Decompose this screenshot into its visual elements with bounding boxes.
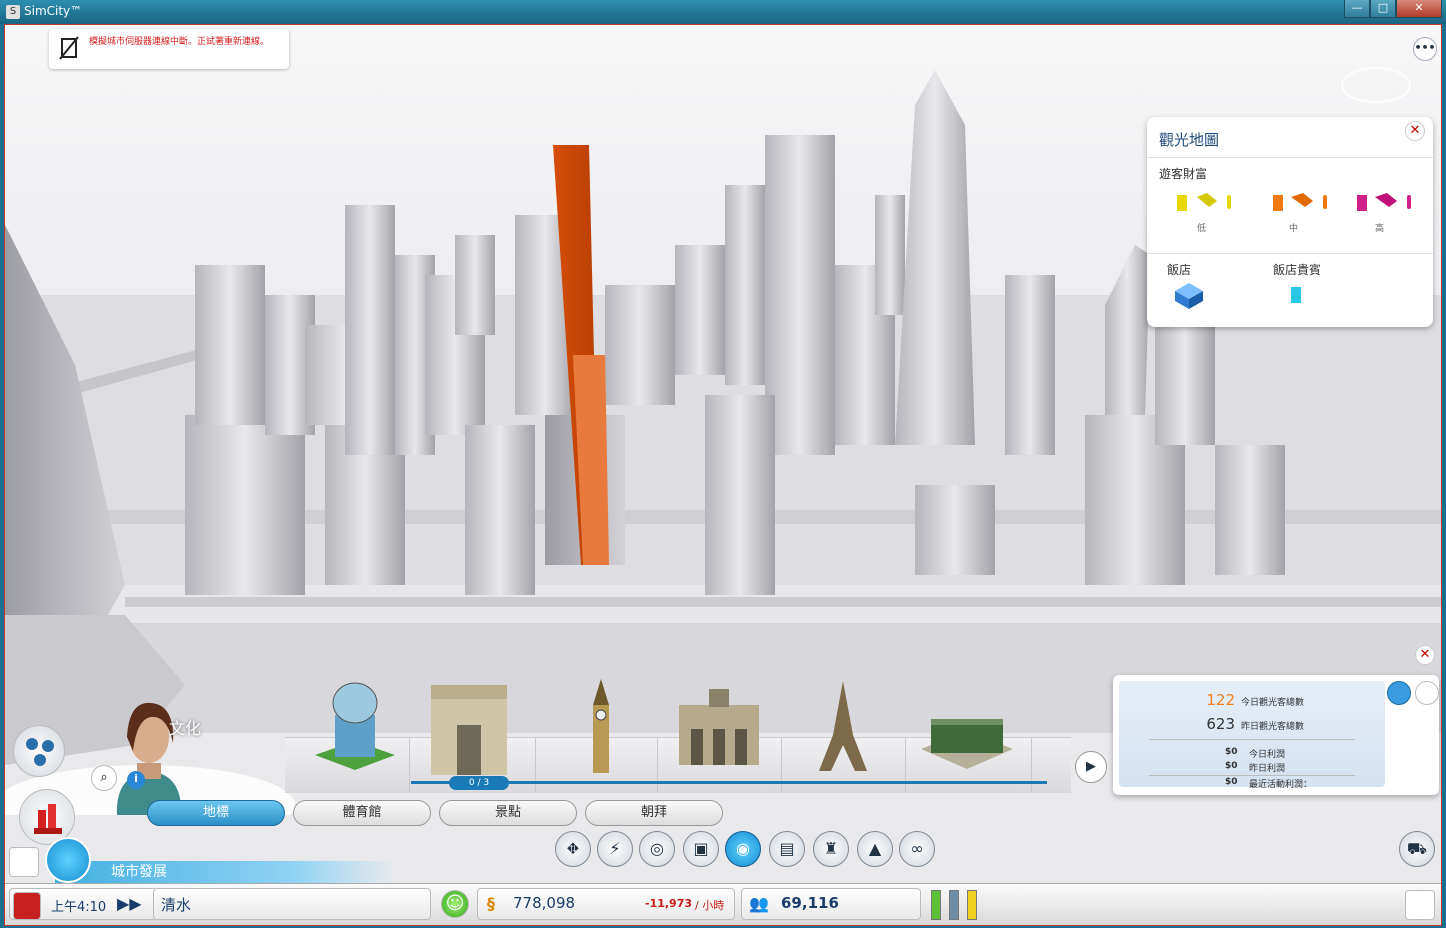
- search-icon[interactable]: ⌕: [91, 765, 117, 791]
- game-viewport[interactable]: 模擬城市伺服器連線中斷。正試著重新連線。 ••• 觀光地圖 ✕ 遊客財富 低 中…: [4, 24, 1442, 926]
- education-icon[interactable]: ▣: [683, 831, 719, 867]
- big-ben-landmark[interactable]: [551, 675, 651, 785]
- tab-attractions[interactable]: 景點: [439, 800, 577, 826]
- square-toggle[interactable]: [9, 847, 39, 877]
- funds-icon: §: [487, 894, 495, 913]
- window-title: SimCity™: [24, 4, 83, 18]
- arc-de-triomphe-landmark[interactable]: [419, 675, 519, 785]
- yesterday-visitors-value: 623: [1206, 715, 1235, 733]
- disconnected-icon: [59, 36, 79, 60]
- today-visitors-value: 122: [1206, 691, 1235, 709]
- tourism-stats-panel: 122 今日觀光客總數 623 昨日觀光客總數 $0 今日利潤 $0 昨日利潤 …: [1113, 675, 1439, 795]
- overhead-tower-landmark[interactable]: [305, 675, 405, 785]
- camera-icon[interactable]: [1387, 681, 1411, 705]
- funds-value: 778,098: [513, 894, 576, 912]
- utilities-icon[interactable]: ◎: [639, 831, 675, 867]
- hotel-label: 飯店: [1167, 263, 1192, 277]
- power-icon[interactable]: ⚡: [597, 831, 633, 867]
- close-button[interactable]: ✕: [1396, 0, 1442, 18]
- today-profit-value: $0: [1225, 747, 1238, 757]
- minimize-button[interactable]: —: [1344, 0, 1370, 18]
- hotel-guest-icon: [1291, 287, 1301, 303]
- visitor-wealth-label: 遊客財富: [1159, 167, 1208, 181]
- recent-profit-value: $0: [1225, 777, 1238, 787]
- today-profit-label: 今日利潤: [1249, 750, 1286, 760]
- options-menu-button[interactable]: •••: [1413, 37, 1437, 61]
- pause-button[interactable]: [13, 892, 41, 920]
- tourist-icon[interactable]: [1415, 681, 1439, 705]
- today-visitors-label: 今日觀光客總數: [1241, 698, 1305, 708]
- yesterday-profit-value: $0: [1225, 761, 1238, 771]
- funds-rate: -11,973: [645, 897, 693, 910]
- demand-bar-commercial[interactable]: [949, 890, 959, 920]
- recent-profit-label: 最近活動利潤：: [1249, 780, 1313, 790]
- info-icon[interactable]: i: [127, 771, 145, 789]
- advisor-label: 文化: [169, 719, 202, 738]
- status-bar: 上午4:10 ▶▶ 清水 ☺ § 778,098 -11,973 / 小時 👥 …: [5, 883, 1441, 925]
- eiffel-tower-landmark[interactable]: [793, 675, 893, 785]
- city-name: 清水: [161, 896, 192, 914]
- tourism-map-panel: 觀光地圖 ✕ 遊客財富 低 中 高 飯店 飯店貴賓: [1147, 117, 1433, 327]
- wealth-high-label: 高: [1375, 224, 1385, 234]
- tower-icon[interactable]: ♜: [813, 831, 849, 867]
- layers-icon[interactable]: [1405, 890, 1435, 920]
- window-titlebar: S SimCity™ — □ ✕: [0, 0, 1446, 24]
- funds-rate-unit: / 小時: [695, 899, 725, 912]
- game-time: 上午4:10: [51, 900, 107, 915]
- wealth-low-label: 低: [1197, 224, 1207, 234]
- notification-text: 模擬城市伺服器連線中斷。正試著重新連線。: [89, 37, 270, 47]
- great-works-icon[interactable]: ▲: [857, 831, 893, 867]
- regional-icon[interactable]: ∞: [899, 831, 935, 867]
- demand-bar-industrial[interactable]: [967, 890, 977, 920]
- transport-icon[interactable]: ⛟: [1399, 831, 1435, 867]
- tray-next-button[interactable]: ▶: [1075, 751, 1107, 783]
- population-icon: 👥: [749, 894, 769, 913]
- tab-worship[interactable]: 朝拜: [585, 800, 723, 826]
- hotel-guest-label: 飯店貴賓: [1273, 263, 1322, 277]
- maximize-button[interactable]: □: [1370, 0, 1396, 18]
- panel-title: 觀光地圖: [1159, 131, 1220, 149]
- tourism-camera-icon[interactable]: ◉: [725, 831, 761, 867]
- speed-button[interactable]: ▶▶: [117, 894, 142, 913]
- cards-icon[interactable]: ▤: [769, 831, 805, 867]
- demand-bar-residential[interactable]: [931, 890, 941, 920]
- panel-close-button[interactable]: ✕: [1405, 121, 1425, 141]
- yesterday-visitors-label: 昨日觀光客總數: [1241, 722, 1305, 732]
- roads-icon[interactable]: ⛖: [555, 831, 591, 867]
- brandenburg-gate-landmark[interactable]: [917, 675, 1017, 785]
- hotel-icon: [1175, 283, 1203, 309]
- population-value: 69,116: [781, 894, 839, 912]
- city-name-box: [153, 888, 431, 920]
- simcity-app-icon: S: [6, 5, 20, 19]
- shield-icon[interactable]: [45, 837, 91, 883]
- stats-box: 122 今日觀光客總數 623 昨日觀光客總數 $0 今日利潤 $0 昨日利潤 …: [1119, 681, 1385, 790]
- yesterday-profit-label: 昨日利潤: [1249, 764, 1286, 774]
- tab-landmarks[interactable]: 地標: [147, 800, 285, 826]
- happiness-icon[interactable]: ☺: [441, 890, 469, 918]
- network-icon[interactable]: [13, 725, 65, 777]
- wealth-legend-icons: [1177, 193, 1411, 211]
- wealth-mid-label: 中: [1289, 224, 1299, 234]
- tab-stadiums[interactable]: 體育館: [293, 800, 431, 826]
- stats-close-button[interactable]: ✕: [1415, 645, 1435, 665]
- camera-nav-control[interactable]: [1341, 67, 1411, 103]
- disconnect-notification[interactable]: 模擬城市伺服器連線中斷。正試著重新連線。: [49, 29, 289, 69]
- gate-landmark[interactable]: [669, 675, 769, 785]
- city-development-label: 城市發展: [55, 861, 395, 883]
- tray-pager[interactable]: 0 / 3: [449, 776, 509, 790]
